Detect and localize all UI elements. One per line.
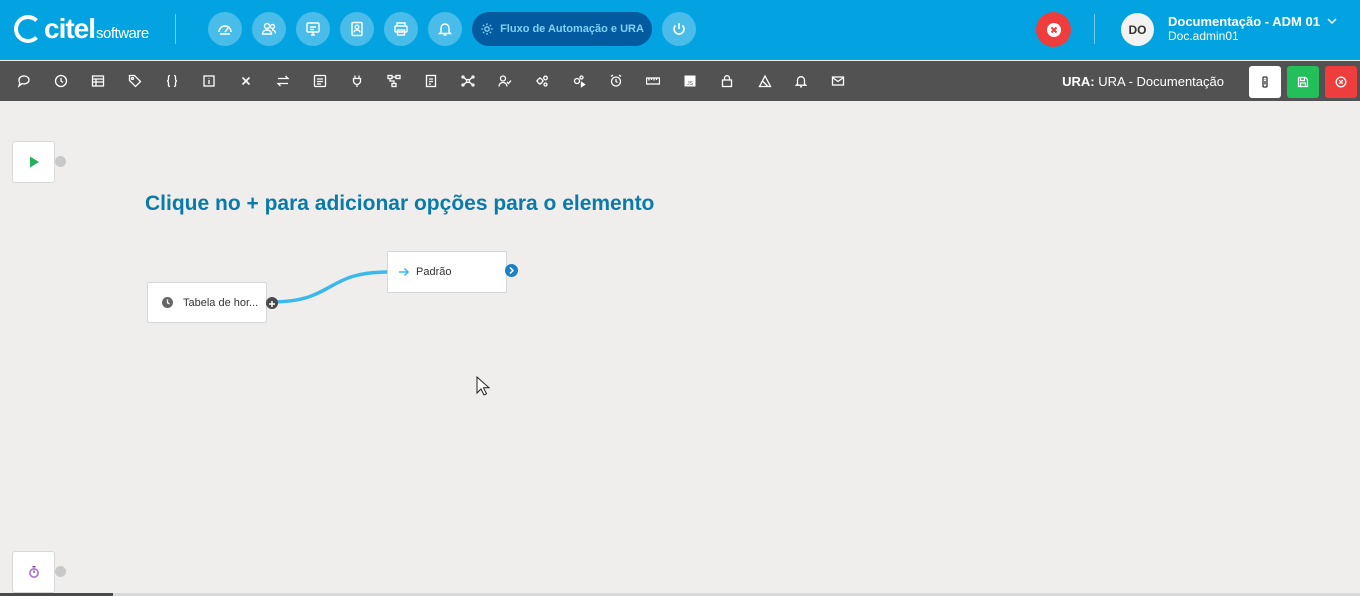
contact-card-icon[interactable] — [340, 12, 374, 46]
bell-icon[interactable] — [428, 12, 462, 46]
speech-bubble-icon[interactable] — [15, 72, 33, 90]
form-icon[interactable] — [311, 72, 329, 90]
braces-icon[interactable] — [163, 72, 181, 90]
header-divider — [175, 14, 176, 44]
arrow-right-icon — [399, 267, 410, 277]
js-icon[interactable]: JS — [681, 72, 699, 90]
gear-icon — [481, 23, 493, 35]
tree-icon[interactable] — [385, 72, 403, 90]
add-option-button[interactable] — [266, 297, 278, 309]
user-check-icon[interactable] — [496, 72, 514, 90]
save-icon — [1297, 76, 1309, 88]
close-circle-icon — [1335, 76, 1347, 88]
document-icon[interactable] — [422, 72, 440, 90]
users-icon[interactable] — [252, 12, 286, 46]
play-icon — [29, 156, 39, 168]
close-circle-icon — [1046, 22, 1061, 37]
ruler-icon[interactable] — [644, 72, 662, 90]
timer-button[interactable] — [12, 551, 55, 593]
mail-icon[interactable] — [829, 72, 847, 90]
svg-text:JS: JS — [687, 81, 694, 87]
stopwatch-icon — [28, 566, 39, 578]
canvas-hint: Clique no + para adicionar opções para o… — [145, 192, 655, 215]
automation-flow-tab[interactable]: Fluxo de Automação e URA — [472, 12, 652, 46]
network-icon[interactable] — [459, 72, 477, 90]
user-login: Doc.admin01 — [1168, 29, 1239, 43]
timer-connector-dot[interactable] — [55, 566, 66, 577]
logo-text: citel — [44, 13, 96, 44]
start-connector-dot[interactable] — [55, 156, 66, 167]
mouse-cursor-icon — [476, 376, 490, 396]
user-name[interactable]: Documentação - ADM 01 — [1168, 14, 1320, 29]
info-icon[interactable] — [200, 72, 218, 90]
clock-icon — [162, 297, 173, 308]
avatar[interactable]: DO — [1121, 13, 1154, 46]
printer-icon[interactable] — [384, 12, 418, 46]
tag-icon[interactable] — [126, 72, 144, 90]
alarm-icon[interactable] — [607, 72, 625, 90]
monitor-icon[interactable] — [296, 12, 330, 46]
automation-flow-label: Fluxo de Automação e URA — [500, 23, 644, 35]
default-option-node[interactable]: Padrão — [387, 251, 507, 293]
default-option-label: Padrão — [416, 266, 452, 278]
plug-icon[interactable] — [348, 72, 366, 90]
gears-play-icon[interactable] — [570, 72, 588, 90]
flow-canvas[interactable]: Clique no + para adicionar opções para o… — [0, 101, 1360, 596]
table-icon[interactable] — [89, 72, 107, 90]
bell-icon[interactable] — [792, 72, 810, 90]
gears-icon[interactable] — [533, 72, 551, 90]
logo-mark-icon — [14, 15, 42, 43]
flow-toolbar: JS URA: URA - Documentação — [0, 61, 1360, 101]
info-icon — [1262, 76, 1268, 88]
lock-icon[interactable] — [718, 72, 736, 90]
clock-icon[interactable] — [52, 72, 70, 90]
node-expand-button[interactable] — [505, 264, 518, 277]
start-button[interactable] — [12, 141, 55, 183]
cancel-button[interactable] — [1325, 66, 1357, 98]
transfer-icon[interactable] — [274, 72, 292, 90]
top-header: citel software Fluxo de Automação e URA … — [0, 0, 1360, 60]
dashboard-icon[interactable] — [208, 12, 242, 46]
chevron-right-icon — [509, 266, 515, 275]
flow-connector — [270, 270, 388, 304]
info-button[interactable] — [1249, 66, 1281, 98]
eraser-icon[interactable] — [756, 72, 774, 90]
timetable-node[interactable]: Tabela de hor... — [147, 282, 267, 323]
timetable-node-label: Tabela de hor... — [183, 296, 259, 309]
close-session-button[interactable] — [1036, 12, 1071, 47]
header-divider — [1094, 14, 1095, 44]
close-x-icon[interactable] — [237, 72, 255, 90]
ura-prefix: URA: — [1062, 74, 1095, 89]
ura-title: URA: URA - Documentação — [1062, 74, 1224, 89]
citel-logo[interactable]: citel software — [14, 13, 149, 45]
power-icon[interactable] — [662, 12, 696, 46]
save-button[interactable] — [1287, 66, 1319, 98]
logo-subtext: software — [96, 24, 149, 42]
plus-icon — [269, 301, 275, 307]
chevron-down-icon[interactable] — [1326, 16, 1338, 26]
ura-name: URA - Documentação — [1098, 74, 1224, 89]
